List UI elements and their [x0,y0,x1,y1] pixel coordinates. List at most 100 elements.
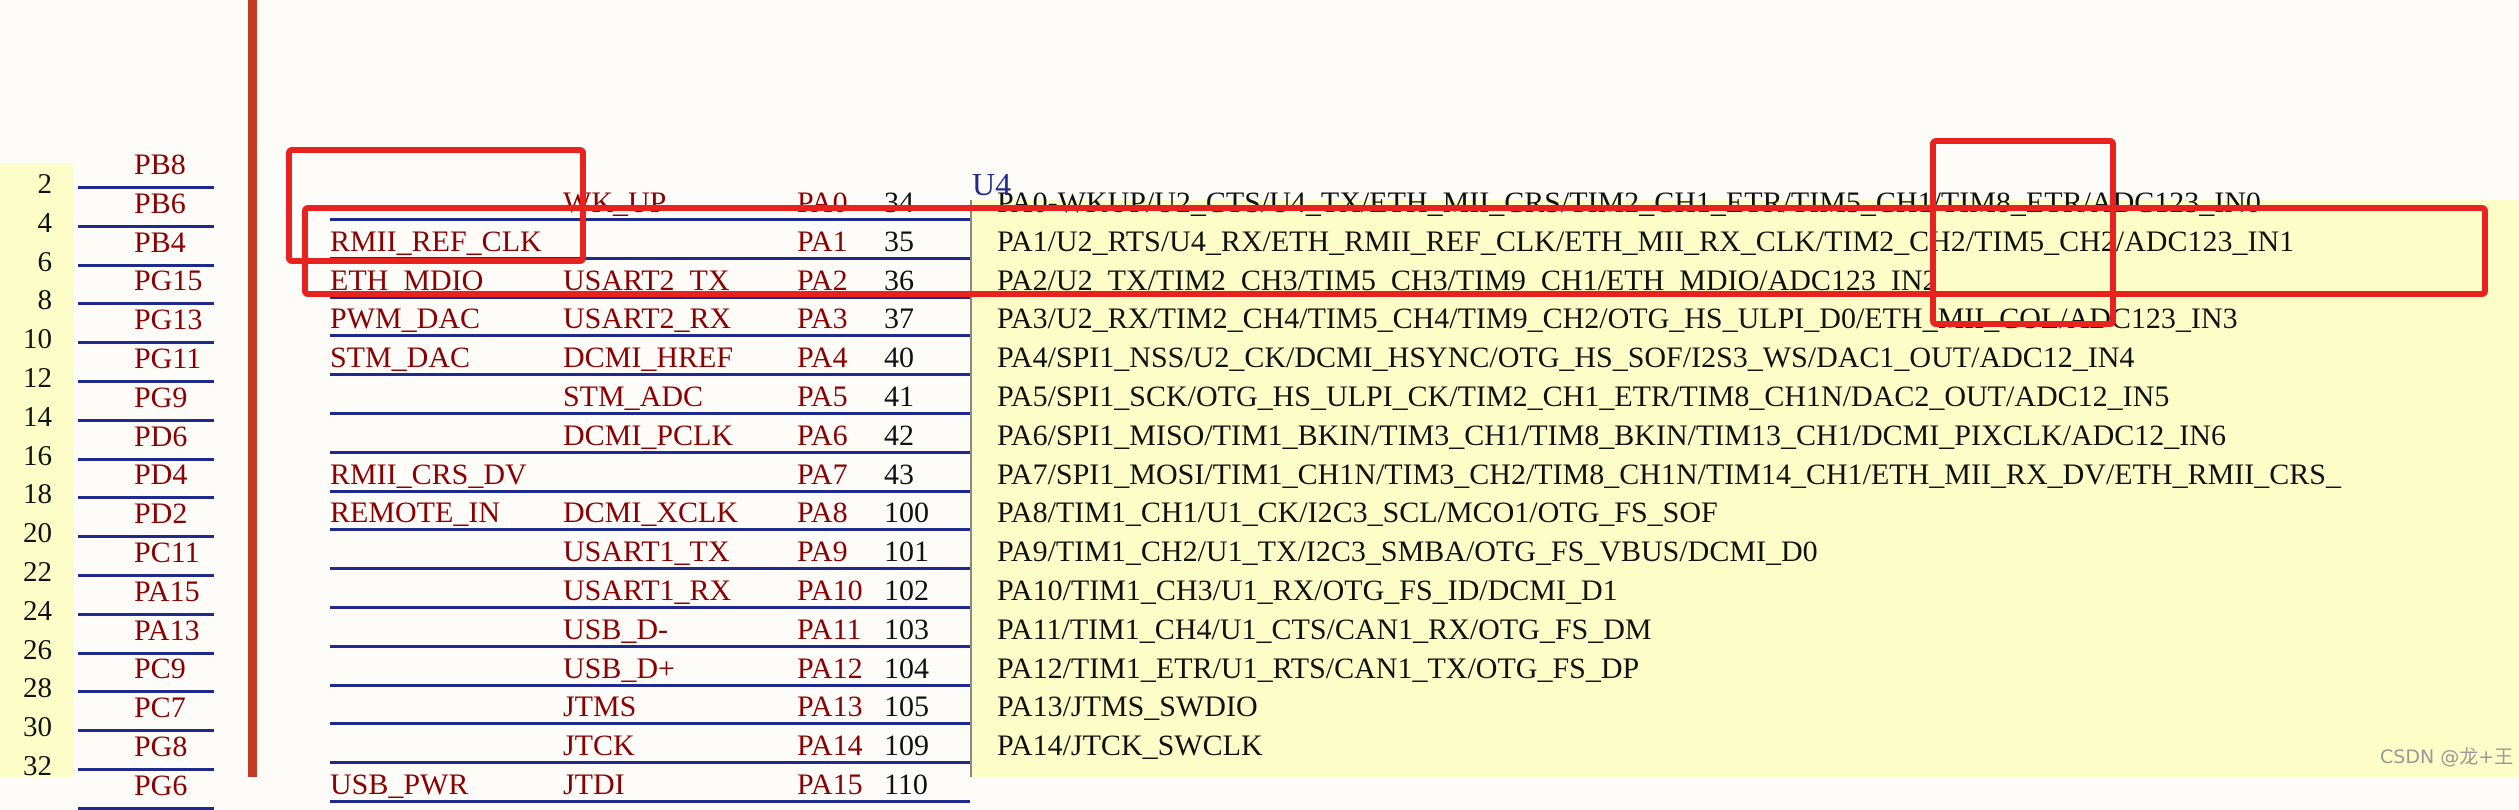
connector-pin-number: 2 [37,168,53,200]
net-label: USB_D- [563,612,669,646]
net-wire [330,761,970,765]
pin-number: 104 [884,651,929,685]
connector-port-label: PG11 [134,342,202,375]
pin-function: PA8/TIM1_CH1/U1_CK/I2C3_SCL/MCO1/OTG_FS_… [997,496,1718,530]
connector-port-label: PG15 [134,264,203,298]
pin-function: PA9/TIM1_CH2/U1_TX/I2C3_SMBA/OTG_FS_VBUS… [997,535,1818,569]
net-wire [330,722,970,726]
pin-name: PA7 [797,457,848,491]
connector-pin-number: 30 [23,711,52,744]
net-wire [330,334,970,338]
pin-number: 37 [884,302,914,336]
connector-pin-number: 6 [37,245,53,278]
connector-pin-number: 24 [23,594,52,627]
net-label: USB_D+ [563,651,675,685]
pin-number: 109 [884,729,929,763]
net-label: JTDI [563,768,625,801]
connector-port-label: PG8 [134,730,188,763]
net-label: USB_PWR [330,768,469,801]
connector-port-label: PB6 [134,186,186,220]
connector-pin-number: 16 [23,439,52,472]
connector-port-label: PB4 [134,225,186,259]
pin-name: PA3 [797,302,848,336]
net-label: DCMI_XCLK [563,496,739,530]
net-wire [330,606,970,609]
highlight-box-tim2-ch2 [1930,138,2116,327]
connector-port-label: PB8 [134,148,186,181]
connector-port-label: PA13 [134,613,200,647]
pin-number: 105 [884,690,929,724]
connector-port-label: PC11 [134,536,200,569]
net-label: DCMI_PCLK [563,418,734,452]
pin-function: PA7/SPI1_MOSI/TIM1_CH1N/TIM3_CH2/TIM8_CH… [997,457,2341,491]
net-wire [330,489,970,493]
pin-name: PA8 [797,496,848,530]
net-label: USART2_RX [563,302,732,336]
pin-number: 102 [884,574,929,607]
net-label: STM_DAC [330,341,471,375]
connector-pin-number: 26 [23,633,52,666]
pin-function: PA10/TIM1_CH3/U1_RX/OTG_FS_ID/DCMI_D1 [997,574,1618,607]
connector-port-label: PG9 [134,380,188,414]
connector-pin-number: 4 [37,206,53,239]
pin-number: 110 [884,768,928,801]
connector-pin-number: 10 [23,323,52,356]
net-wire [330,644,970,648]
connector-port-label: PC9 [134,652,186,686]
net-wire [330,683,970,687]
connector-pin-number: 20 [23,517,52,550]
pin-function: PA11/TIM1_CH4/U1_CTS/CAN1_RX/OTG_FS_DM [997,612,1652,646]
pin-number: 103 [884,612,929,646]
pin-name: PA10 [797,574,863,607]
net-label: JTCK [563,729,635,763]
connector-pin-number: 18 [23,478,52,511]
connector-port-label: PC7 [134,691,186,725]
pin-name: PA15 [797,768,863,801]
net-wire [330,412,970,415]
net-label: USART1_RX [563,574,732,607]
pin-function: PA6/SPI1_MISO/TIM1_BKIN/TIM3_CH1/TIM8_BK… [997,418,2226,452]
connector-port-label: PG13 [134,303,203,337]
pin-function: PA12/TIM1_ETR/U1_RTS/CAN1_TX/OTG_FS_DP [997,651,1640,685]
pin-name: PA13 [797,690,863,724]
connector-border-line [248,0,257,777]
pin-number: 42 [884,418,914,452]
connector-wire [78,806,214,810]
pin-function: PA13/JTMS_SWDIO [997,690,1258,724]
net-wire [330,373,970,377]
connector-pin-number: 28 [23,672,52,705]
connector-pin-number: 12 [23,362,52,394]
watermark: CSDN @龙+王 [2380,746,2514,768]
net-wire [330,450,970,454]
connector-port-label: PA15 [134,574,200,608]
pin-function: PA4/SPI1_NSS/U2_CK/DCMI_HSYNC/OTG_HS_SOF… [997,341,2135,375]
net-label: REMOTE_IN [330,496,500,530]
connector-pin-number: 14 [23,400,52,433]
connector-port-label: PD2 [134,497,188,531]
net-label: JTMS [563,690,637,724]
pin-number: 43 [884,457,914,491]
net-wire [330,800,970,803]
pin-function: PA5/SPI1_SCK/OTG_HS_ULPI_CK/TIM2_CH1_ETR… [997,380,2170,413]
net-label: PWM_DAC [330,302,481,336]
pin-number: 40 [884,341,914,375]
net-label: USART1_TX [563,535,730,569]
pin-name: PA4 [797,341,848,375]
pin-number: 100 [884,496,929,530]
pin-number: 101 [884,535,929,569]
pin-function: PA14/JTCK_SWCLK [997,729,1263,763]
connector-pin-number: 22 [23,556,52,588]
part-label: U4 [972,166,1012,202]
net-label: DCMI_HREF [563,341,734,375]
net-wire [330,528,970,532]
net-label: STM_ADC [563,380,704,413]
pin-name: PA6 [797,418,848,452]
highlight-box-pa1-row [302,205,2488,297]
connector-pin-number: 8 [37,284,53,317]
connector-port-label: PG6 [134,768,188,802]
pin-name: PA5 [797,380,848,413]
connector-port-label: PD4 [134,458,188,492]
connector-port-label: PD6 [134,419,188,453]
pin-name: PA12 [797,651,863,685]
pin-name: PA14 [797,729,863,763]
